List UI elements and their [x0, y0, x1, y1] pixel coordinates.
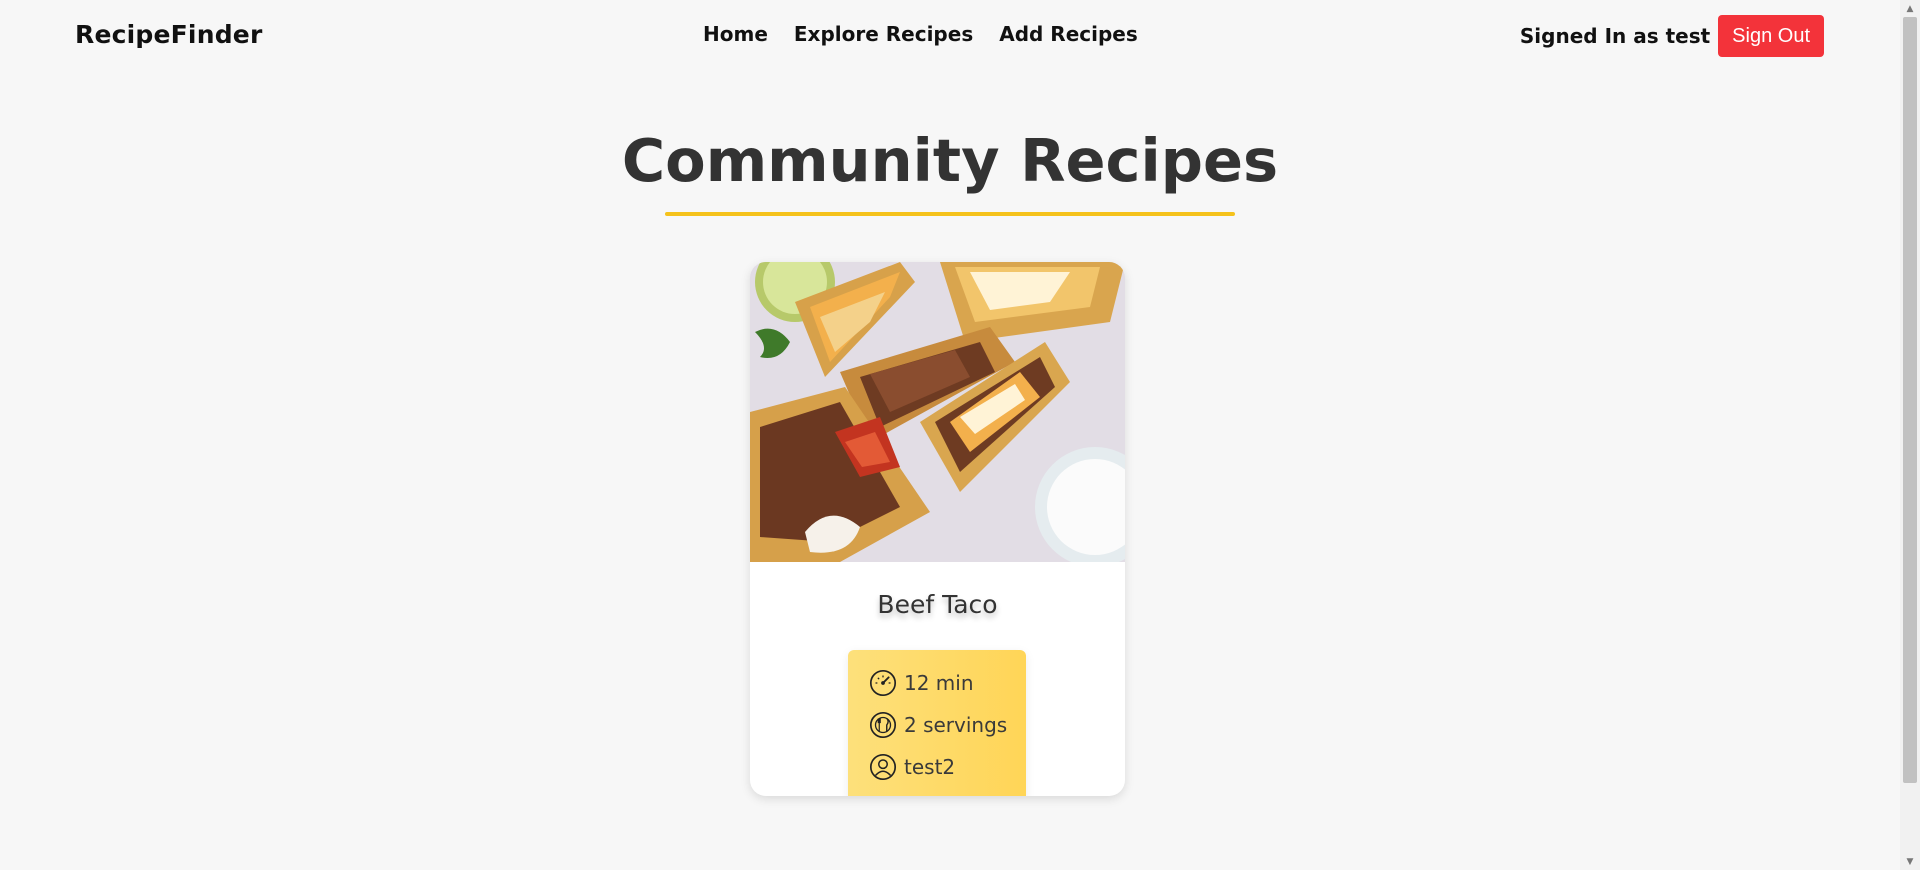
recipe-time-text: 12 min	[904, 671, 974, 695]
page-title: Community Recipes	[621, 126, 1279, 195]
signed-in-text: Signed In as test	[1519, 24, 1711, 48]
nav-link-add-recipes[interactable]: Add Recipes	[999, 22, 1138, 46]
recipe-title: Beef Taco	[877, 590, 998, 619]
navbar: RecipeFinder Home Explore Recipes Add Re…	[0, 0, 1900, 72]
recipe-time: 12 min	[868, 668, 974, 698]
sign-out-button[interactable]: Sign Out	[1718, 15, 1824, 57]
scroll-down-arrow-icon[interactable]: ▼	[1900, 853, 1920, 870]
nav-link-home[interactable]: Home	[703, 22, 768, 46]
beef-taco-photo	[750, 262, 1125, 562]
recipe-author-text: test2	[904, 755, 956, 779]
recipe-meta: 12 min 2 servings test2	[848, 650, 1026, 796]
nav-links: Home Explore Recipes Add Recipes	[703, 22, 1138, 46]
speedometer-icon	[869, 669, 897, 697]
scroll-up-arrow-icon[interactable]: ▲	[1900, 0, 1920, 17]
title-underline	[665, 212, 1235, 216]
plate-cutlery-icon	[869, 711, 897, 739]
user-area: Signed In as test Sign Out	[1520, 15, 1824, 57]
brand-logo[interactable]: RecipeFinder	[75, 20, 262, 49]
nav-link-explore-recipes[interactable]: Explore Recipes	[794, 22, 973, 46]
user-icon	[869, 753, 897, 781]
recipe-servings-text: 2 servings	[904, 713, 1008, 737]
recipe-card[interactable]: Beef Taco 12 min 2 servings test2	[750, 262, 1125, 796]
recipe-author: test2	[868, 752, 955, 782]
scroll-thumb[interactable]	[1903, 17, 1917, 783]
vertical-scrollbar[interactable]: ▲ ▼	[1900, 0, 1920, 870]
recipe-servings: 2 servings	[868, 710, 1007, 740]
